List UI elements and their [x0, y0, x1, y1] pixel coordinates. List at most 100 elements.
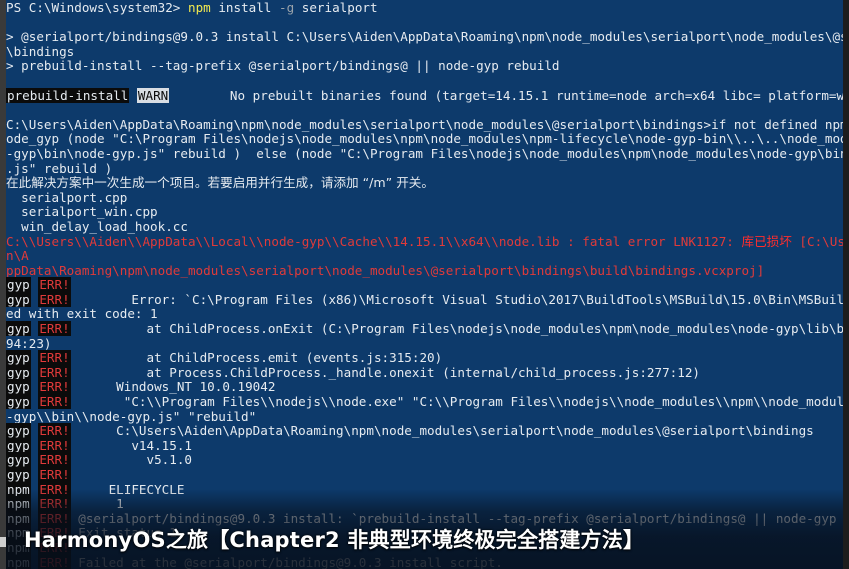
- console-line: -gyp\\bin\\node-gyp.js" "rebuild": [6, 408, 843, 425]
- console-segment: -g: [278, 0, 295, 15]
- console-line: \bindings: [6, 43, 843, 60]
- console-segment: -gyp\bin\node-gyp.js" rebuild ) else (no…: [6, 145, 849, 161]
- console-line: gyp ERR!: [6, 467, 843, 483]
- console-segment: [129, 88, 137, 103]
- console-line: gyp ERR! Error: `C:\Program Files (x86)\…: [6, 291, 849, 308]
- console-output: PS C:\Windows\system32> npm install -g s…: [6, 0, 849, 569]
- console-segment: gyp: [6, 350, 31, 366]
- console-line: gyp ERR! at ChildProcess.emit (events.js…: [6, 350, 843, 366]
- console-segment: Failed at the @serialport/bindings@9.0.3…: [70, 554, 503, 569]
- console-segment: serialport.cpp: [6, 189, 128, 205]
- console-line: gyp ERR! Windows_NT 10.0.19042: [6, 379, 843, 395]
- console-segment: gyp: [6, 452, 31, 468]
- console-segment: 94:23): [6, 335, 52, 351]
- console-segment: -gyp\\bin\\node-gyp.js" "rebuild": [6, 408, 257, 424]
- console-segment: 在此解决方案中一次生成一个项目。若要启用并行生成，请添加 “/m” 开关。: [6, 175, 434, 191]
- console-segment: ELIFECYCLE: [70, 481, 185, 497]
- console-segment: n\A: [6, 248, 29, 264]
- console-segment: gyp: [6, 277, 31, 293]
- console-segment: ERR!: [38, 423, 71, 439]
- console-line: serialport.cpp: [6, 189, 843, 206]
- console-segment: ed with exit code: 1: [6, 306, 158, 322]
- console-line: ed with exit code: 1: [6, 307, 843, 322]
- console-line: gyp ERR! v14.15.1: [6, 437, 843, 454]
- console-segment: ERR!: [38, 481, 71, 497]
- console-segment: ERR!: [38, 452, 71, 468]
- console-segment: No prebuilt binaries found (target=14.15…: [169, 87, 849, 103]
- console-segment: install: [210, 0, 279, 15]
- console-segment: \bindings: [6, 43, 75, 59]
- console-line: ode_gyp (node "C:\Program Files\nodejs\n…: [6, 132, 849, 147]
- terminal-window[interactable]: PS C:\Windows\system32> npm install -g s…: [0, 0, 849, 569]
- console-segment: ERR!: [38, 364, 71, 380]
- console-line: -gyp\bin\node-gyp.js" rebuild ) else (no…: [6, 146, 849, 162]
- console-segment: win_delay_load_hook.cc: [6, 218, 188, 234]
- console-line: npm ERR! Failed at the @serialport/bindi…: [6, 554, 843, 569]
- console-line: > prebuild-install --tag-prefix @serialp…: [6, 59, 843, 74]
- console-segment: ERR!: [38, 277, 71, 293]
- console-segment: v5.1.0: [70, 452, 193, 468]
- console-segment: gyp: [6, 437, 31, 453]
- console-line: gyp ERR! C:\Users\Aiden\AppData\Roaming\…: [6, 423, 843, 439]
- console-segment: gyp: [6, 364, 31, 380]
- console-segment: ERR!: [38, 379, 71, 395]
- console-segment: C:\Users\Aiden\AppData\Roaming\npm\node_…: [70, 423, 814, 439]
- console-line: ppData\Roaming\npm\node_modules\serialpo…: [6, 262, 843, 279]
- console-segment: at ChildProcess.emit (events.js:315:20): [70, 350, 443, 366]
- console-segment: ERR!: [38, 321, 71, 337]
- console-segment: WARN: [136, 87, 170, 103]
- console-segment: gyp: [6, 423, 31, 439]
- console-line: > @serialport/bindings@9.0.3 install C:\…: [6, 29, 849, 45]
- console-segment: gyp: [6, 394, 31, 410]
- console-segment: "C:\\Program Files\\nodejs\\node.exe" "C…: [70, 394, 849, 410]
- console-segment: C:\\Users\\Aiden\\AppData\\Local\\node-g…: [6, 233, 742, 249]
- console-segment: .js" rebuild ): [6, 160, 113, 176]
- console-segment: PS C:\Windows\system32>: [6, 0, 188, 15]
- console-line: C:\Users\Aiden\AppData\Roaming\npm\node_…: [6, 117, 849, 133]
- console-line: npm ERR! 1: [6, 496, 843, 512]
- console-line: win_delay_load_hook.cc: [6, 218, 843, 235]
- console-line: gyp ERR! "C:\\Program Files\\nodejs\\nod…: [6, 394, 849, 410]
- console-segment: ppData\Roaming\npm\node_modules\serialpo…: [6, 262, 765, 278]
- console-line: C:\\Users\\Aiden\\AppData\\Local\\node-g…: [6, 233, 849, 250]
- console-segment: ode_gyp (node "C:\Program Files\nodejs\n…: [6, 131, 849, 147]
- console-segment: gyp: [6, 321, 31, 337]
- console-segment: ERR!: [38, 467, 71, 482]
- console-segment: [C:\Users\Aide: [799, 233, 849, 249]
- console-segment: gyp: [6, 379, 31, 395]
- console-line: PS C:\Windows\system32> npm install -g s…: [6, 0, 843, 16]
- console-segment: 库已损坏: [741, 233, 792, 249]
- console-line: 在此解决方案中一次生成一个项目。若要启用并行生成，请添加 “/m” 开关。: [6, 175, 843, 191]
- console-line: npm ERR! ELIFECYCLE: [6, 481, 843, 498]
- scrollbar-thumb[interactable]: [0, 537, 6, 547]
- console-line: gyp ERR!: [6, 277, 843, 293]
- watermark-text: HarmonyOS之旅【Chapter2 非典型环境终极完全搭建方法】: [24, 528, 645, 552]
- left-scroll-gutter[interactable]: [0, 0, 6, 569]
- console-line: serialport_win.cpp: [6, 205, 843, 220]
- console-segment: ERR!: [38, 437, 71, 453]
- console-segment: v14.15.1: [70, 437, 193, 453]
- console-segment: gyp: [6, 467, 31, 482]
- console-segment: 1: [70, 496, 124, 512]
- console-line: 94:23): [6, 335, 843, 352]
- console-segment: Error: `C:\Program Files (x86)\Microsoft…: [70, 291, 849, 307]
- right-window-edge: [843, 0, 849, 569]
- console-segment: npm: [187, 0, 211, 15]
- console-segment: > @serialport/bindings@9.0.3 install C:\…: [6, 29, 849, 45]
- console-segment: ERR!: [38, 394, 71, 410]
- console-line: .js" rebuild ): [6, 160, 843, 177]
- console-segment: at ChildProcess.onExit (C:\Program Files…: [70, 321, 849, 337]
- console-segment: ERR!: [38, 291, 71, 307]
- console-segment: serialport: [294, 0, 378, 15]
- console-segment: Windows_NT 10.0.19042: [70, 379, 276, 395]
- console-segment: ERR!: [38, 350, 71, 366]
- console-segment: > prebuild-install --tag-prefix @serialp…: [6, 58, 560, 74]
- console-line: gyp ERR! v5.1.0: [6, 452, 843, 468]
- console-line: n\A: [6, 248, 843, 264]
- console-segment: npm: [6, 496, 31, 512]
- console-line: prebuild-install WARN No prebuilt binari…: [6, 87, 849, 104]
- console-segment: ERR!: [38, 496, 71, 512]
